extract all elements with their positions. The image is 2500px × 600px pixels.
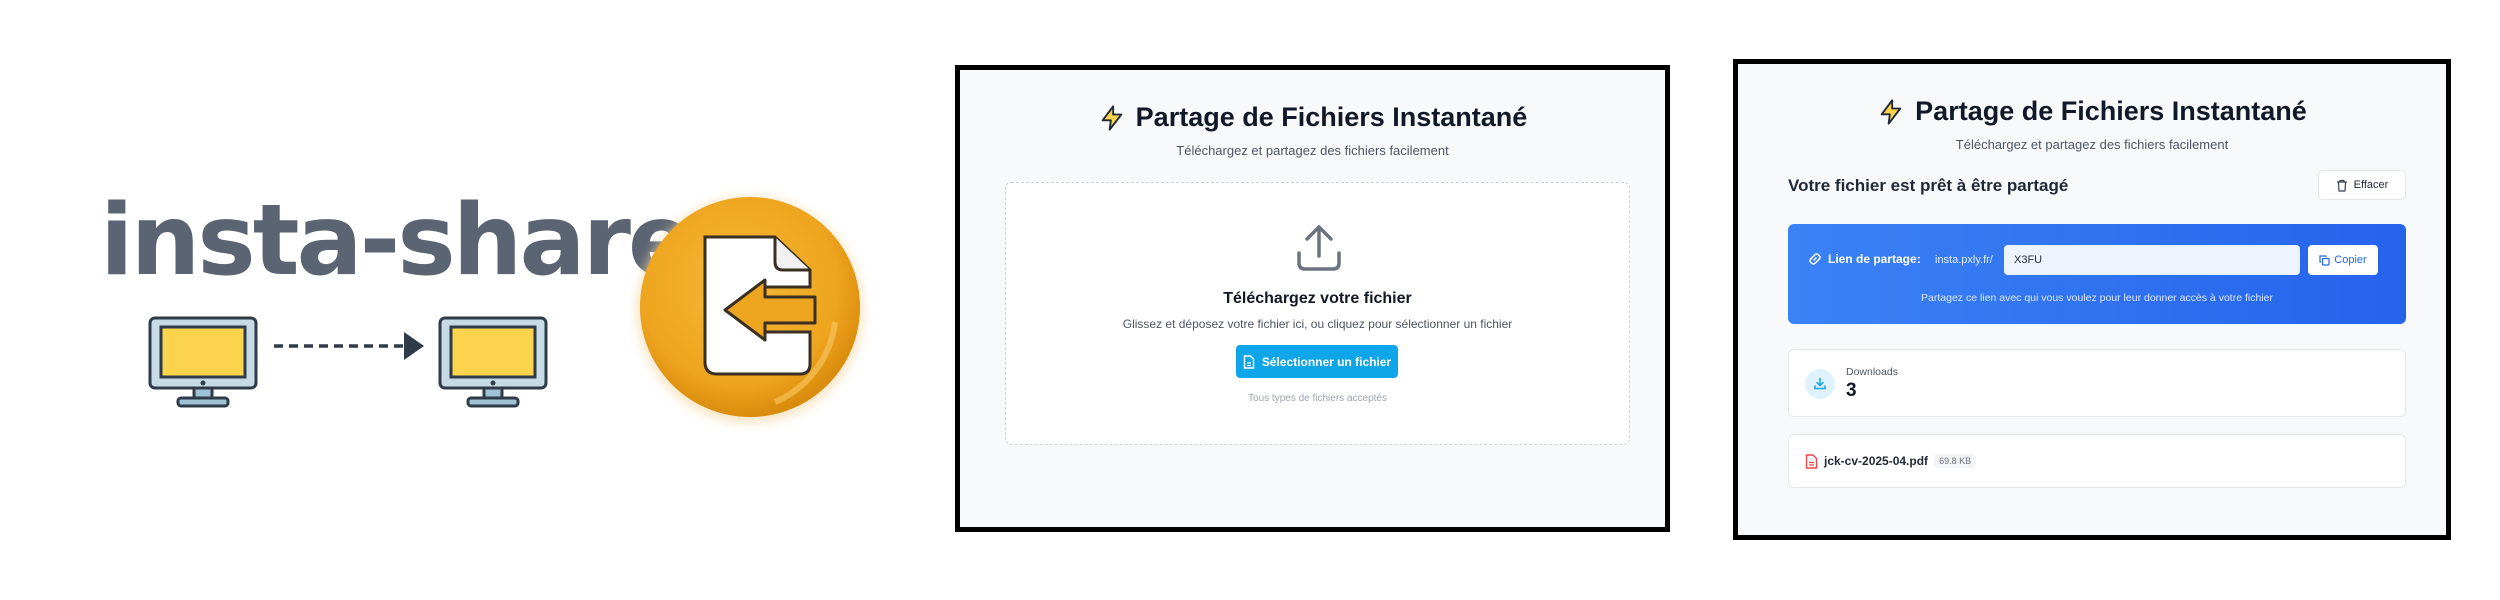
ready-heading: Votre fichier est prêt à être partagé [1788, 176, 2069, 195]
share-badge-icon [638, 197, 862, 422]
file-name: jck-cv-2025-04.pdf [1824, 454, 1929, 468]
copy-button[interactable]: Copier [2308, 245, 2378, 275]
downloads-label: Downloads [1846, 366, 1898, 378]
monitor-left-icon [148, 316, 258, 408]
share-code-input[interactable] [2004, 245, 2300, 275]
download-icon [1805, 369, 1835, 399]
copy-icon [2319, 254, 2330, 266]
lightning-icon [1880, 98, 1902, 125]
page-title: Partage de Fichiers Instantané [1877, 96, 2307, 127]
file-card: jck-cv-2025-04.pdf 69.8 KB [1788, 434, 2406, 488]
page-subtitle: Téléchargez et partagez des fichiers fac… [1955, 136, 2229, 152]
page-header: Partage de Fichiers Instantané Télécharg… [960, 102, 1665, 158]
clear-button[interactable]: Effacer [2318, 170, 2406, 200]
pdf-file-icon [1805, 453, 1818, 469]
downloads-count: 3 [1846, 380, 1857, 401]
monitor-right-icon [438, 316, 548, 408]
upload-screen: Partage de Fichiers Instantané Télécharg… [955, 65, 1670, 532]
lightning-icon [1101, 104, 1122, 131]
shared-screen: Partage de Fichiers Instantané Télécharg… [1733, 59, 2451, 540]
arrow-head-icon [404, 332, 424, 360]
share-link-label: Lien de partage: [1808, 252, 1921, 266]
share-note: Partagez ce lien avec qui vous voulez po… [1921, 292, 2273, 304]
page-title: Partage de Fichiers Instantané [1098, 102, 1527, 133]
file-icon [1243, 354, 1255, 369]
downloads-card: Downloads 3 [1788, 349, 2406, 417]
file-size-badge: 69.8 KB [1934, 454, 1977, 468]
share-link-prefix: insta.pxly.fr/ [1935, 254, 1993, 266]
file-dropzone[interactable]: Téléchargez votre fichier Glissez et dép… [1005, 182, 1630, 445]
trash-icon [2336, 179, 2347, 192]
select-file-button[interactable]: Sélectionner un fichier [1236, 345, 1398, 378]
app-wordmark: insta-share [100, 184, 694, 298]
dropzone-hint: Tous types de fichiers acceptés [1248, 393, 1387, 404]
link-icon [1809, 253, 1821, 265]
transfer-illustration [148, 316, 548, 408]
page-subtitle: Téléchargez et partagez des fichiers fac… [1176, 142, 1449, 158]
page-header: Partage de Fichiers Instantané Télécharg… [1738, 96, 2446, 152]
dropzone-description: Glissez et déposez votre fichier ici, ou… [1122, 317, 1513, 331]
share-link-box: Lien de partage: insta.pxly.fr/ Copier P… [1788, 224, 2406, 324]
upload-icon [1297, 225, 1341, 271]
dropzone-title: Téléchargez votre fichier [1223, 290, 1412, 307]
